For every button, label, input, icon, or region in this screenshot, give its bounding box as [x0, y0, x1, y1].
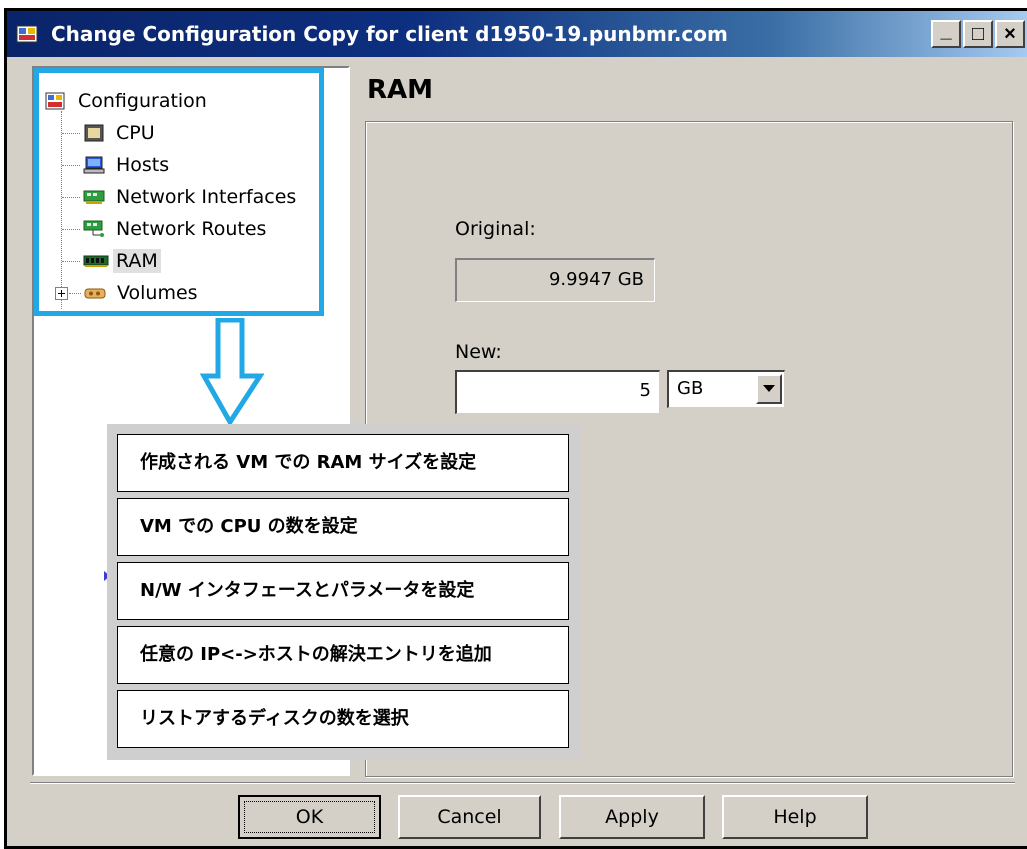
separator: [30, 782, 1015, 784]
ram-unit-select[interactable]: GB: [667, 370, 785, 408]
tree-label-volumes: Volumes: [117, 282, 198, 304]
tree-label-network-routes: Network Routes: [116, 218, 267, 240]
new-ram-input[interactable]: 5: [455, 370, 660, 414]
apply-button[interactable]: Apply: [559, 795, 705, 839]
title-bar: Change Configuration Copy for client d19…: [7, 11, 1027, 57]
window-title: Change Configuration Copy for client d19…: [51, 22, 728, 46]
minimize-icon: _: [940, 19, 952, 42]
tree-label-cpu: CPU: [116, 122, 155, 144]
config-tree: Configuration CPU Hosts Network Interfac…: [34, 68, 324, 316]
close-icon: ×: [1004, 22, 1016, 45]
app-icon: [15, 22, 39, 46]
configuration-icon: [45, 92, 67, 110]
tree-item-configuration[interactable]: Configuration: [39, 85, 319, 117]
tree-item-network-interfaces[interactable]: Network Interfaces: [39, 181, 319, 213]
callout-volumes: リストアするディスクの数を選択: [117, 690, 569, 748]
tree-label-configuration: Configuration: [78, 90, 207, 112]
annotation-arrow-icon: [200, 318, 264, 426]
network-interfaces-icon: [83, 188, 105, 206]
hosts-icon: [83, 156, 105, 174]
ok-button[interactable]: OK: [238, 795, 381, 839]
focus-ring: [244, 801, 375, 833]
cancel-button[interactable]: Cancel: [398, 795, 541, 839]
close-button[interactable]: ×: [995, 20, 1025, 48]
cpu-icon: [83, 124, 105, 142]
expand-icon[interactable]: [55, 286, 68, 300]
callout-ram: 作成される VM での RAM サイズを設定: [117, 434, 569, 492]
tree-label-network-interfaces: Network Interfaces: [116, 186, 297, 208]
maximize-button[interactable]: □: [963, 20, 993, 48]
callout-hosts: 任意の IP<->ホストの解決エントリを追加: [117, 626, 569, 684]
tree-item-network-routes[interactable]: Network Routes: [39, 213, 319, 245]
tree-item-cpu[interactable]: CPU: [39, 117, 319, 149]
ram-unit-value: GB: [677, 378, 704, 399]
cancel-label: Cancel: [437, 806, 502, 828]
apply-label: Apply: [605, 806, 659, 828]
maximize-icon: □: [971, 22, 985, 45]
tree-item-volumes[interactable]: Volumes: [39, 277, 319, 309]
help-button[interactable]: Help: [722, 795, 868, 839]
ram-icon: [83, 252, 109, 270]
tree-item-ram[interactable]: RAM: [39, 245, 319, 277]
tree-label-hosts: Hosts: [116, 154, 170, 176]
network-routes-icon: [83, 220, 105, 238]
original-label: Original:: [455, 218, 536, 240]
chevron-down-icon[interactable]: [756, 374, 782, 404]
section-title: RAM: [367, 75, 434, 105]
volumes-icon: [84, 284, 106, 302]
help-label: Help: [773, 806, 817, 828]
callout-cpu: VM での CPU の数を設定: [117, 498, 569, 556]
callout-network-interfaces: N/W インタフェースとパラメータを設定: [117, 562, 569, 620]
tree-item-hosts[interactable]: Hosts: [39, 149, 319, 181]
callout-panel: 作成される VM での RAM サイズを設定 VM での CPU の数を設定 N…: [107, 424, 579, 760]
tree-label-ram: RAM: [113, 249, 161, 273]
minimize-button[interactable]: _: [931, 20, 961, 48]
original-ram-field: 9.9947 GB: [455, 258, 655, 302]
new-label: New:: [455, 341, 502, 363]
